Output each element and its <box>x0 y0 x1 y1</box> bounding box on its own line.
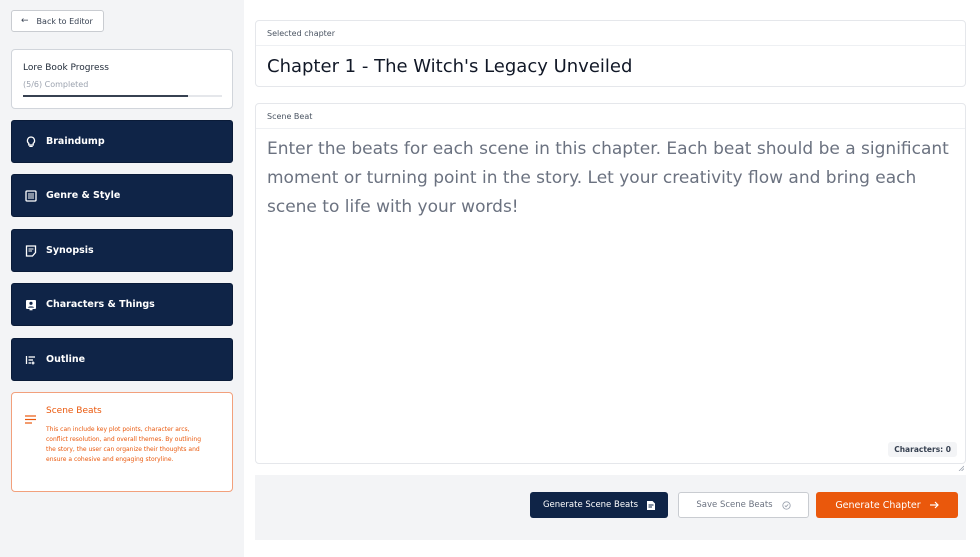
chapter-title: Chapter 1 - The Witch's Legacy Unveiled <box>267 56 633 77</box>
generate-scene-beats-label: Generate Scene Beats <box>542 500 639 510</box>
scene-beat-textarea[interactable]: Enter the beats for each scene in this c… <box>267 135 957 222</box>
progress-title: Lore Book Progress <box>23 63 109 73</box>
sidebar-item-characters-things[interactable]: Characters & Things <box>11 283 233 326</box>
generate-chapter-label: Generate Chapter <box>835 499 921 511</box>
progress-status: (5/6) Completed <box>23 80 89 89</box>
list-box-icon <box>25 189 37 202</box>
document-icon <box>647 500 656 510</box>
arrow-right-icon <box>929 501 939 509</box>
back-to-editor-button[interactable]: ← Back to Editor <box>11 10 104 32</box>
document-icon <box>25 244 37 257</box>
sidebar-item-label: Braindump <box>46 136 105 147</box>
sidebar-item-label: Synopsis <box>46 245 94 256</box>
generate-chapter-button[interactable]: Generate Chapter <box>816 492 958 518</box>
selected-chapter-label: Selected chapter <box>267 29 336 38</box>
divider <box>256 45 965 46</box>
lightbulb-icon <box>25 135 37 148</box>
save-scene-beats-label: Save Scene Beats <box>696 500 773 510</box>
save-scene-beats-button[interactable]: Save Scene Beats <box>678 492 809 518</box>
progress-bar-fill <box>23 95 189 97</box>
sidebar-item-label: Characters & Things <box>46 299 155 310</box>
action-bar: Generate Scene Beats Save Scene Beats Ge… <box>255 475 966 540</box>
sidebar-item-braindump[interactable]: Braindump <box>11 120 233 163</box>
divider <box>256 128 965 129</box>
back-to-editor-label: Back to Editor <box>36 16 93 26</box>
sidebar: ← Back to Editor Lore Book Progress (5/6… <box>0 0 244 557</box>
sidebar-item-outline[interactable]: Outline <box>11 338 233 381</box>
scene-beat-field[interactable]: Scene Beat Enter the beats for each scen… <box>255 103 966 472</box>
sidebar-item-label: Scene Beats <box>46 406 102 416</box>
sidebar-item-genre-style[interactable]: Genre & Style <box>11 174 233 217</box>
progress-card: Lore Book Progress (5/6) Completed <box>11 49 233 109</box>
lines-icon <box>25 409 36 428</box>
person-card-icon <box>25 299 37 311</box>
sidebar-item-label: Genre & Style <box>46 190 121 201</box>
resize-handle-icon[interactable] <box>958 456 965 472</box>
sidebar-item-scene-beats[interactable]: Scene Beats This can include key plot po… <box>11 392 233 492</box>
progress-bar <box>23 95 222 97</box>
sidebar-item-label: Outline <box>46 354 86 365</box>
generate-scene-beats-button[interactable]: Generate Scene Beats <box>530 492 668 518</box>
arrow-left-icon: ← <box>21 16 29 26</box>
character-count: Characters: 0 <box>888 442 957 457</box>
selected-chapter-card: Selected chapter Chapter 1 - The Witch's… <box>255 20 966 87</box>
scene-beat-label: Scene Beat <box>267 112 313 121</box>
outline-list-icon <box>25 354 37 366</box>
sidebar-item-synopsis[interactable]: Synopsis <box>11 229 233 272</box>
check-circle-icon <box>781 500 791 510</box>
scene-beats-description: This can include key plot points, charac… <box>46 426 202 463</box>
